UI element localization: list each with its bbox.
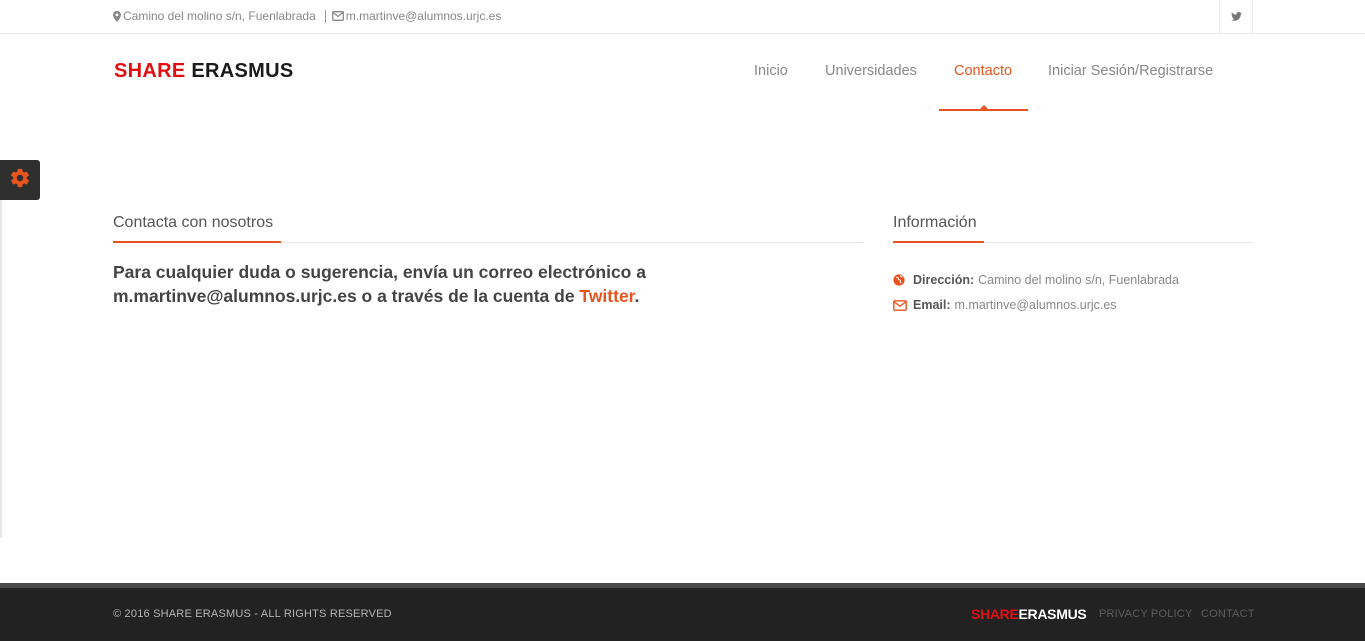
info-title-accent bbox=[893, 241, 984, 243]
map-marker-icon bbox=[113, 10, 121, 22]
twitter-icon bbox=[1230, 8, 1242, 26]
envelope-icon bbox=[331, 11, 344, 21]
info-email-label: Email: bbox=[913, 298, 951, 312]
info-email-row: Email: m.martinve@alumnos.urjc.es bbox=[893, 298, 1117, 312]
side-divider bbox=[0, 200, 2, 538]
footer-copyright: © 2016 SHARE ERASMUS - ALL RIGHTS RESERV… bbox=[113, 608, 392, 620]
contact-message: Para cualquier duda o sugerencia, envía … bbox=[113, 260, 833, 308]
top-contact-info: Camino del molino s/n, Fuenlabrada m.mar… bbox=[113, 9, 501, 23]
footer-contact-link[interactable]: CONTACT bbox=[1201, 608, 1255, 620]
nav-item-login-register[interactable]: Iniciar Sesión/Registrarse bbox=[1048, 63, 1213, 79]
twitter-link[interactable]: Twitter bbox=[579, 286, 634, 306]
footer-logo-erasmus: ERASMUS bbox=[1018, 606, 1087, 622]
site-logo[interactable]: SHARE ERASMUS bbox=[114, 60, 294, 83]
nav-item-contacto[interactable]: Contacto bbox=[954, 63, 1012, 79]
top-bar: Camino del molino s/n, Fuenlabrada m.mar… bbox=[0, 0, 1365, 34]
info-email-value[interactable]: m.martinve@alumnos.urjc.es bbox=[955, 298, 1117, 312]
top-divider bbox=[324, 9, 326, 23]
nav-item-universidades[interactable]: Universidades bbox=[825, 63, 917, 79]
footer-logo[interactable]: SHAREERASMUS bbox=[971, 606, 1087, 622]
info-address-value: Camino del molino s/n, Fuenlabrada bbox=[978, 273, 1179, 287]
top-address: Camino del molino s/n, Fuenlabrada bbox=[123, 9, 316, 23]
gear-icon bbox=[9, 167, 31, 194]
footer: © 2016 SHARE ERASMUS - ALL RIGHTS RESERV… bbox=[0, 588, 1365, 641]
info-address-label: Dirección: bbox=[913, 273, 975, 287]
nav-active-underline bbox=[939, 109, 1028, 111]
twitter-button[interactable] bbox=[1219, 0, 1253, 34]
info-address-row: Dirección: Camino del molino s/n, Fuenla… bbox=[893, 273, 1179, 287]
info-title: Información bbox=[893, 214, 977, 231]
footer-logo-share: SHARE bbox=[971, 606, 1019, 622]
contact-title-accent bbox=[113, 241, 281, 243]
contact-title: Contacta con nosotros bbox=[113, 214, 274, 231]
settings-toggle-button[interactable] bbox=[0, 160, 40, 200]
envelope-icon bbox=[893, 299, 908, 311]
logo-erasmus: ERASMUS bbox=[191, 60, 294, 82]
top-email[interactable]: m.martinve@alumnos.urjc.es bbox=[346, 9, 502, 23]
contact-message-end: . bbox=[634, 286, 640, 306]
logo-share: SHARE bbox=[114, 60, 186, 82]
globe-icon bbox=[893, 274, 908, 286]
footer-privacy-link[interactable]: PRIVACY POLICY bbox=[1099, 608, 1192, 620]
contact-message-text: Para cualquier duda o sugerencia, envía … bbox=[113, 262, 646, 306]
nav-item-inicio[interactable]: Inicio bbox=[754, 63, 788, 79]
